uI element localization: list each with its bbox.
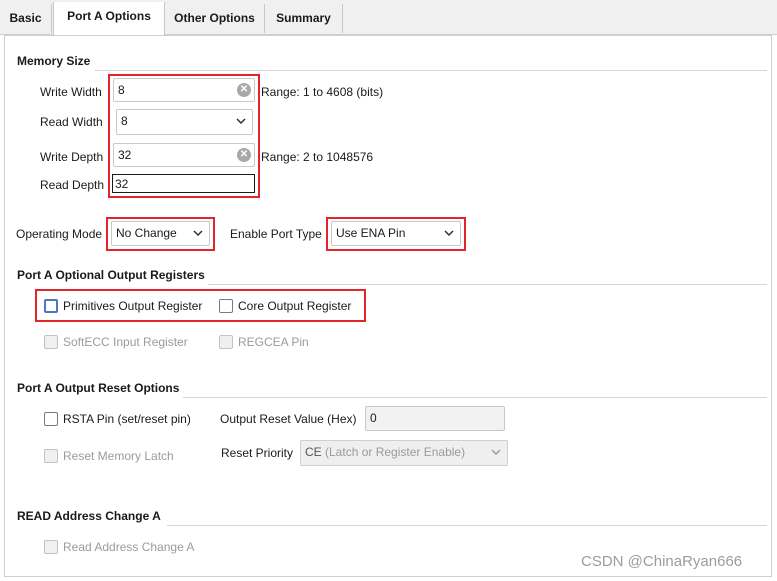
- write-depth-value: 32: [118, 148, 132, 162]
- divider: [183, 397, 767, 398]
- output-reset-value-label: Output Reset Value (Hex): [220, 412, 357, 426]
- rsta-pin-label: RSTA Pin (set/reset pin): [63, 412, 191, 426]
- rsta-pin-checkbox[interactable]: [44, 412, 58, 426]
- operating-mode-select[interactable]: No Change: [111, 221, 210, 246]
- operating-mode-label: Operating Mode: [16, 227, 103, 241]
- tab-port-a-options[interactable]: Port A Options: [53, 2, 165, 35]
- regcea-pin-label: REGCEA Pin: [238, 335, 309, 349]
- softecc-input-register-label: SoftECC Input Register: [63, 335, 188, 349]
- optional-output-title: Port A Optional Output Registers: [17, 268, 205, 282]
- write-width-input[interactable]: 8 ✕: [113, 78, 255, 102]
- tab-summary[interactable]: Summary: [265, 4, 343, 33]
- watermark: CSDN @ChinaRyan666: [581, 553, 743, 570]
- operating-mode-value: No Change: [116, 226, 177, 240]
- read-address-change-label: Read Address Change A: [63, 540, 195, 554]
- write-depth-range: Range: 2 to 1048576: [261, 150, 374, 164]
- reset-priority-label: Reset Priority: [221, 446, 294, 460]
- reset-memory-latch-label: Reset Memory Latch: [63, 449, 174, 463]
- softecc-input-register-checkbox: [44, 335, 58, 349]
- clear-icon[interactable]: ✕: [237, 83, 251, 97]
- read-width-select[interactable]: 8: [116, 109, 253, 135]
- tab-bar: Basic Port A Options Other Options Summa…: [0, 0, 777, 35]
- read-depth-label: Read Depth: [40, 178, 105, 192]
- enable-port-type-label: Enable Port Type: [230, 227, 322, 241]
- core-output-register-label: Core Output Register: [238, 299, 352, 313]
- memory-size-title: Memory Size: [17, 54, 91, 68]
- enable-port-type-select[interactable]: Use ENA Pin: [331, 221, 461, 246]
- reset-priority-value-suffix: (Latch or Register Enable): [325, 445, 466, 459]
- primitives-output-register-checkbox[interactable]: [44, 299, 58, 313]
- chevron-down-icon: [444, 222, 454, 236]
- read-width-value: 8: [121, 114, 128, 128]
- primitives-output-register-label: Primitives Output Register: [63, 299, 203, 313]
- core-output-register-checkbox[interactable]: [219, 299, 233, 313]
- read-depth-value: 32: [115, 177, 129, 191]
- write-depth-label: Write Depth: [40, 150, 104, 164]
- output-reset-value-input[interactable]: 0: [365, 406, 505, 431]
- read-address-title: READ Address Change A: [17, 509, 161, 523]
- chevron-down-icon: [193, 222, 203, 236]
- reset-options-title: Port A Output Reset Options: [17, 381, 180, 395]
- reset-memory-latch-checkbox: [44, 449, 58, 463]
- write-depth-input[interactable]: 32 ✕: [113, 143, 255, 167]
- read-depth-field: 32: [112, 174, 255, 193]
- chevron-down-icon: [491, 441, 501, 455]
- write-width-range: Range: 1 to 4608 (bits): [261, 85, 384, 99]
- tab-other-options[interactable]: Other Options: [165, 4, 265, 33]
- reset-priority-select: CE (Latch or Register Enable): [300, 440, 508, 466]
- reset-priority-value: CE: [305, 445, 322, 459]
- divider: [208, 284, 767, 285]
- read-address-change-checkbox: [44, 540, 58, 554]
- regcea-pin-checkbox: [219, 335, 233, 349]
- enable-port-type-value: Use ENA Pin: [336, 226, 406, 240]
- write-width-value: 8: [118, 83, 125, 97]
- divider: [95, 70, 767, 71]
- write-width-label: Write Width: [40, 85, 102, 99]
- divider: [167, 525, 767, 526]
- clear-icon[interactable]: ✕: [237, 148, 251, 162]
- chevron-down-icon: [236, 110, 246, 124]
- read-width-label: Read Width: [40, 115, 103, 129]
- tab-basic[interactable]: Basic: [0, 4, 52, 33]
- output-reset-value: 0: [370, 411, 377, 425]
